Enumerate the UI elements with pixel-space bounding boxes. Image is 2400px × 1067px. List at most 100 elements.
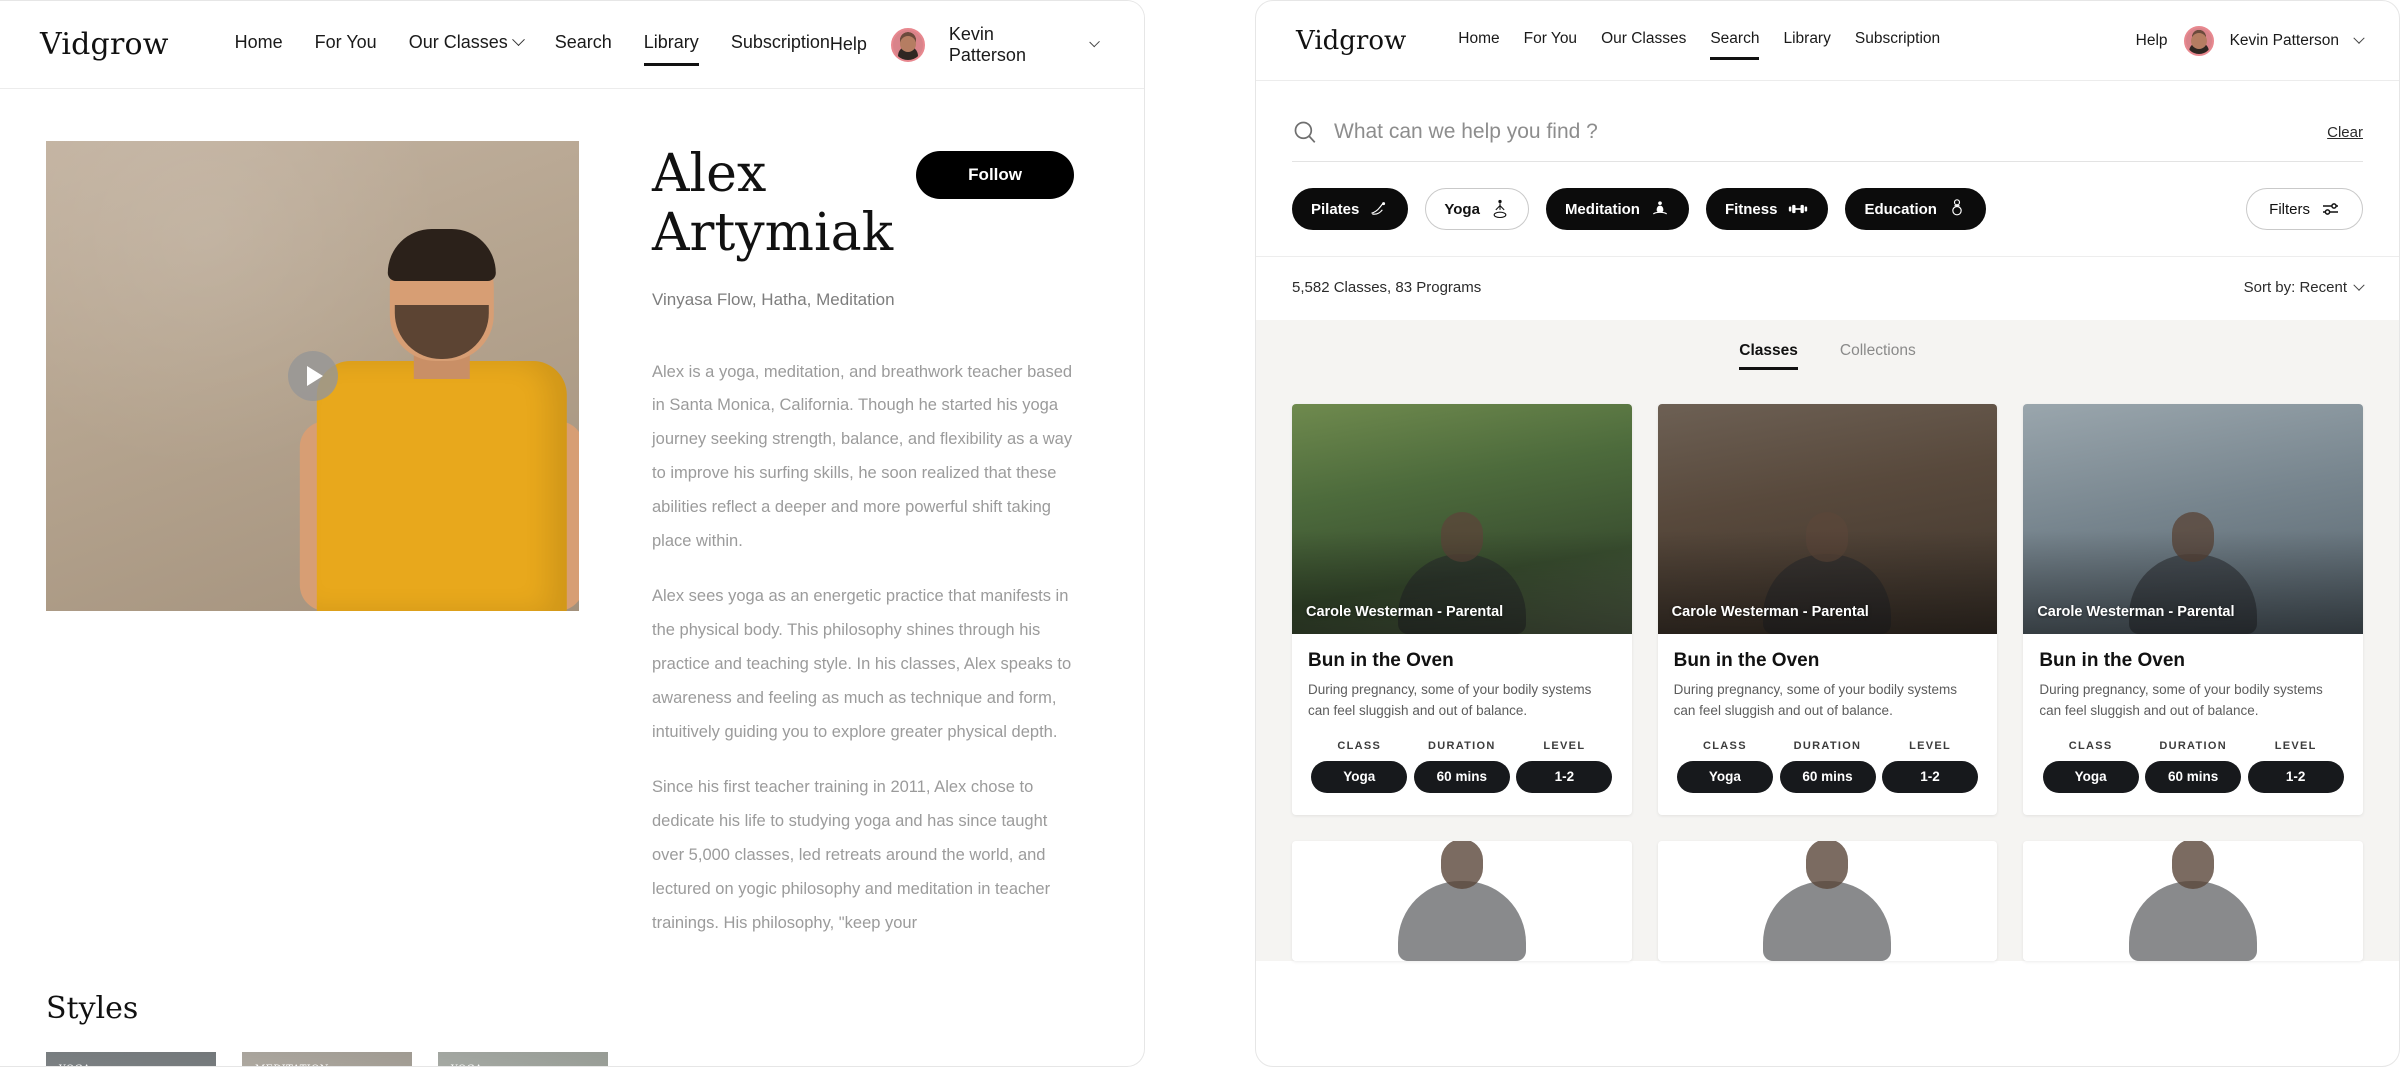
class-card-body: Bun in the Oven During pregnancy, some o… xyxy=(2023,634,2363,815)
spec-value: Yoga xyxy=(1676,760,1773,793)
profile-styles-line: Vinyasa Flow, Hatha, Meditation xyxy=(652,289,895,309)
style-card-kicker: MEDITATION xyxy=(255,1064,329,1066)
nav-item-our-classes[interactable]: Our Classes xyxy=(409,32,525,57)
nav-item-our-classes[interactable]: Our Classes xyxy=(1601,30,1686,52)
search-window: Vidgrow Home For You Our Classes Search … xyxy=(1255,0,2400,1067)
pilates-icon xyxy=(1371,202,1386,215)
avatar[interactable] xyxy=(2183,25,2214,56)
nav-label: Home xyxy=(234,32,283,52)
chevron-down-icon xyxy=(511,33,525,47)
tab-classes[interactable]: Classes xyxy=(1739,342,1798,370)
profile-window: Vidgrow Home For You Our Classes Search … xyxy=(0,0,1145,1067)
chip-label: Meditation xyxy=(1564,200,1640,218)
nav-item-library[interactable]: Library xyxy=(643,32,699,66)
help-link[interactable]: Help xyxy=(2136,32,2168,50)
class-card[interactable] xyxy=(1657,840,1998,961)
nav-item-home[interactable]: Home xyxy=(1458,30,1499,52)
chip-label: Fitness xyxy=(1724,200,1778,218)
tab-collections[interactable]: Collections xyxy=(1840,342,1916,370)
right-nav: Home For You Our Classes Search Library … xyxy=(1458,29,1940,60)
class-card-title: Bun in the Oven xyxy=(2039,650,2186,671)
spec-value: 60 mins xyxy=(1779,760,1876,793)
search-area: Clear xyxy=(1256,81,2399,162)
class-figure xyxy=(2113,840,2273,961)
clear-search-button[interactable]: Clear xyxy=(2327,124,2363,141)
filters-label: Filters xyxy=(2269,200,2310,218)
styles-heading: Styles xyxy=(46,990,139,1026)
nav-label: Search xyxy=(1710,29,1760,47)
spec-label: LEVEL xyxy=(1543,739,1586,752)
class-card-grid-row2 xyxy=(1256,814,2399,961)
user-name-label: Kevin Patterson xyxy=(2229,31,2339,49)
spec-level: LEVEL 1-2 xyxy=(2244,740,2347,793)
profile-video[interactable] xyxy=(46,141,579,611)
nav-item-for-you[interactable]: For You xyxy=(1524,30,1577,52)
nav-item-library[interactable]: Library xyxy=(1783,30,1830,52)
spec-value: 60 mins xyxy=(1413,760,1510,793)
search-row: Clear xyxy=(1292,119,2363,145)
follow-button[interactable]: Follow xyxy=(916,151,1074,199)
spec-duration: DURATION 60 mins xyxy=(2142,740,2245,793)
class-card[interactable]: Carole Westerman - Parental Bun in the O… xyxy=(2023,404,2363,815)
results-count: 5,582 Classes, 83 Programs xyxy=(1292,279,1482,296)
avatar[interactable] xyxy=(890,27,925,62)
spec-duration: DURATION 60 mins xyxy=(1411,740,1514,793)
search-icon xyxy=(1294,121,1316,143)
class-card-description: During pregnancy, some of your bodily sy… xyxy=(1308,682,1592,718)
class-card[interactable]: Carole Westerman - Parental Bun in the O… xyxy=(1657,404,1998,815)
chip-meditation[interactable]: Meditation xyxy=(1545,188,1689,230)
nav-label: Library xyxy=(1783,29,1831,47)
nav-item-home[interactable]: Home xyxy=(235,32,283,57)
spec-label: CLASS xyxy=(2068,739,2113,752)
nav-label: Home xyxy=(1458,29,1500,47)
nav-item-search[interactable]: Search xyxy=(1710,29,1760,60)
chevron-down-icon[interactable] xyxy=(2353,32,2365,44)
help-link[interactable]: Help xyxy=(830,34,867,55)
profile-body: Alex Artymiak Follow Vinyasa Flow, Hatha… xyxy=(0,89,1144,1066)
class-card-specs: CLASS Yoga DURATION 60 mins LEVEL 1-2 xyxy=(1674,740,1982,793)
class-card[interactable] xyxy=(1292,840,1632,961)
category-chip-row: Pilates Yoga Meditation Fitness Educatio… xyxy=(1256,162,2399,230)
left-nav: Home For You Our Classes Search Library … xyxy=(235,32,830,66)
chip-education[interactable]: Education xyxy=(1845,188,1986,230)
sort-dropdown[interactable]: Sort by: Recent xyxy=(2244,279,2365,296)
spec-value: 60 mins xyxy=(2145,760,2242,793)
nav-item-subscription[interactable]: Subscription xyxy=(1855,30,1940,52)
spec-class: CLASS Yoga xyxy=(1674,740,1777,793)
class-card-caption: Carole Westerman - Parental xyxy=(1306,604,1504,620)
profile-video-column xyxy=(0,89,600,963)
filters-button[interactable]: Filters xyxy=(2246,188,2363,230)
chevron-down-icon[interactable] xyxy=(1088,36,1100,48)
chip-yoga[interactable]: Yoga xyxy=(1425,188,1529,230)
play-icon[interactable] xyxy=(287,351,338,401)
bio-paragraph: Alex sees yoga as an energetic practice … xyxy=(652,587,1072,741)
image-gradient xyxy=(2023,404,2363,634)
style-card[interactable]: YOGA Vinyasa Flow xyxy=(46,1051,216,1066)
class-card-image xyxy=(2023,840,2363,961)
nav-item-subscription[interactable]: Subscription xyxy=(731,32,830,57)
chip-fitness[interactable]: Fitness xyxy=(1705,188,1829,230)
bio-paragraph: Since his first teacher training in 2011… xyxy=(652,778,1051,932)
profile-name-row: Alex Artymiak Follow xyxy=(652,144,1074,264)
spec-class: CLASS Yoga xyxy=(2039,740,2142,793)
right-header: Vidgrow Home For You Our Classes Search … xyxy=(1256,1,2399,81)
brand-logo[interactable]: Vidgrow xyxy=(40,27,169,62)
image-gradient xyxy=(1657,404,1998,634)
class-card[interactable] xyxy=(2023,840,2363,961)
class-card-title: Bun in the Oven xyxy=(1308,650,1454,671)
nav-label: Subscription xyxy=(1854,29,1941,47)
nav-label: Library xyxy=(643,32,699,52)
style-card[interactable]: MEDITATION Meditation xyxy=(242,1051,412,1066)
nav-item-search[interactable]: Search xyxy=(555,32,612,57)
style-card[interactable]: YOGA Hatha xyxy=(438,1051,608,1066)
nav-label: Our Classes xyxy=(1601,29,1687,47)
spec-class: CLASS Yoga xyxy=(1308,740,1411,793)
search-input[interactable] xyxy=(1334,120,2312,144)
nav-item-for-you[interactable]: For You xyxy=(315,32,377,57)
class-card[interactable]: Carole Westerman - Parental Bun in the O… xyxy=(1292,404,1632,815)
brand-logo[interactable]: Vidgrow xyxy=(1296,26,1406,56)
spec-label: DURATION xyxy=(1428,739,1496,752)
class-card-grid: Carole Westerman - Parental Bun in the O… xyxy=(1256,370,2399,815)
class-card-title: Bun in the Oven xyxy=(1673,650,1820,671)
chip-pilates[interactable]: Pilates xyxy=(1292,188,1409,230)
